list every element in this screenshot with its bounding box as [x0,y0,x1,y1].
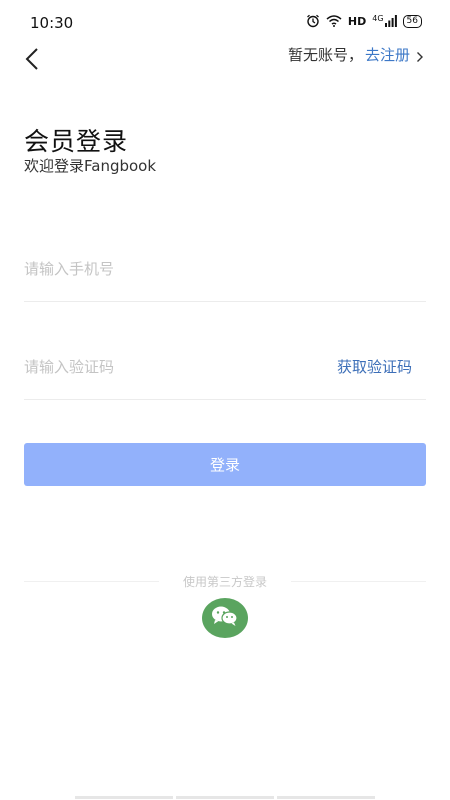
register-prompt-text: 暂无账号， [287,46,363,64]
signal-icon: 4G [372,14,397,27]
home-indicator-left [75,796,173,799]
status-icons: HD 4G 56 [306,14,422,28]
wechat-login-button[interactable] [202,598,248,638]
top-nav: 暂无账号， 去注册 [0,44,450,74]
register-link[interactable]: 去注册 [365,44,410,65]
battery-icon: 56 [402,14,422,28]
status-bar: 10:30 HD 4G 56 [0,0,450,44]
chevron-right-icon[interactable] [416,49,424,62]
register-prompt: 暂无账号， 去注册 [288,44,424,65]
phone-field [24,254,426,302]
status-time: 10:30 [30,14,74,32]
home-indicator-right [277,796,375,799]
get-code-button[interactable]: 获取验证码 [337,356,412,377]
code-field: 获取验证码 [24,352,426,400]
phone-input[interactable] [24,254,314,284]
code-input[interactable] [24,352,314,382]
signal-label: 4G [372,14,384,23]
divider-line-right [291,581,426,582]
page-title: 会员登录 [24,127,129,156]
login-button[interactable]: 登录 [24,443,426,486]
home-indicator-center [176,796,274,799]
alarm-icon [306,14,320,28]
back-arrow-icon[interactable] [22,46,42,72]
third-party-divider: 使用第三方登录 [24,571,426,591]
page-subtitle: 欢迎登录Fangbook [24,157,157,175]
wifi-icon [326,15,342,27]
network-label: HD [347,14,367,28]
wechat-icon [210,604,240,632]
